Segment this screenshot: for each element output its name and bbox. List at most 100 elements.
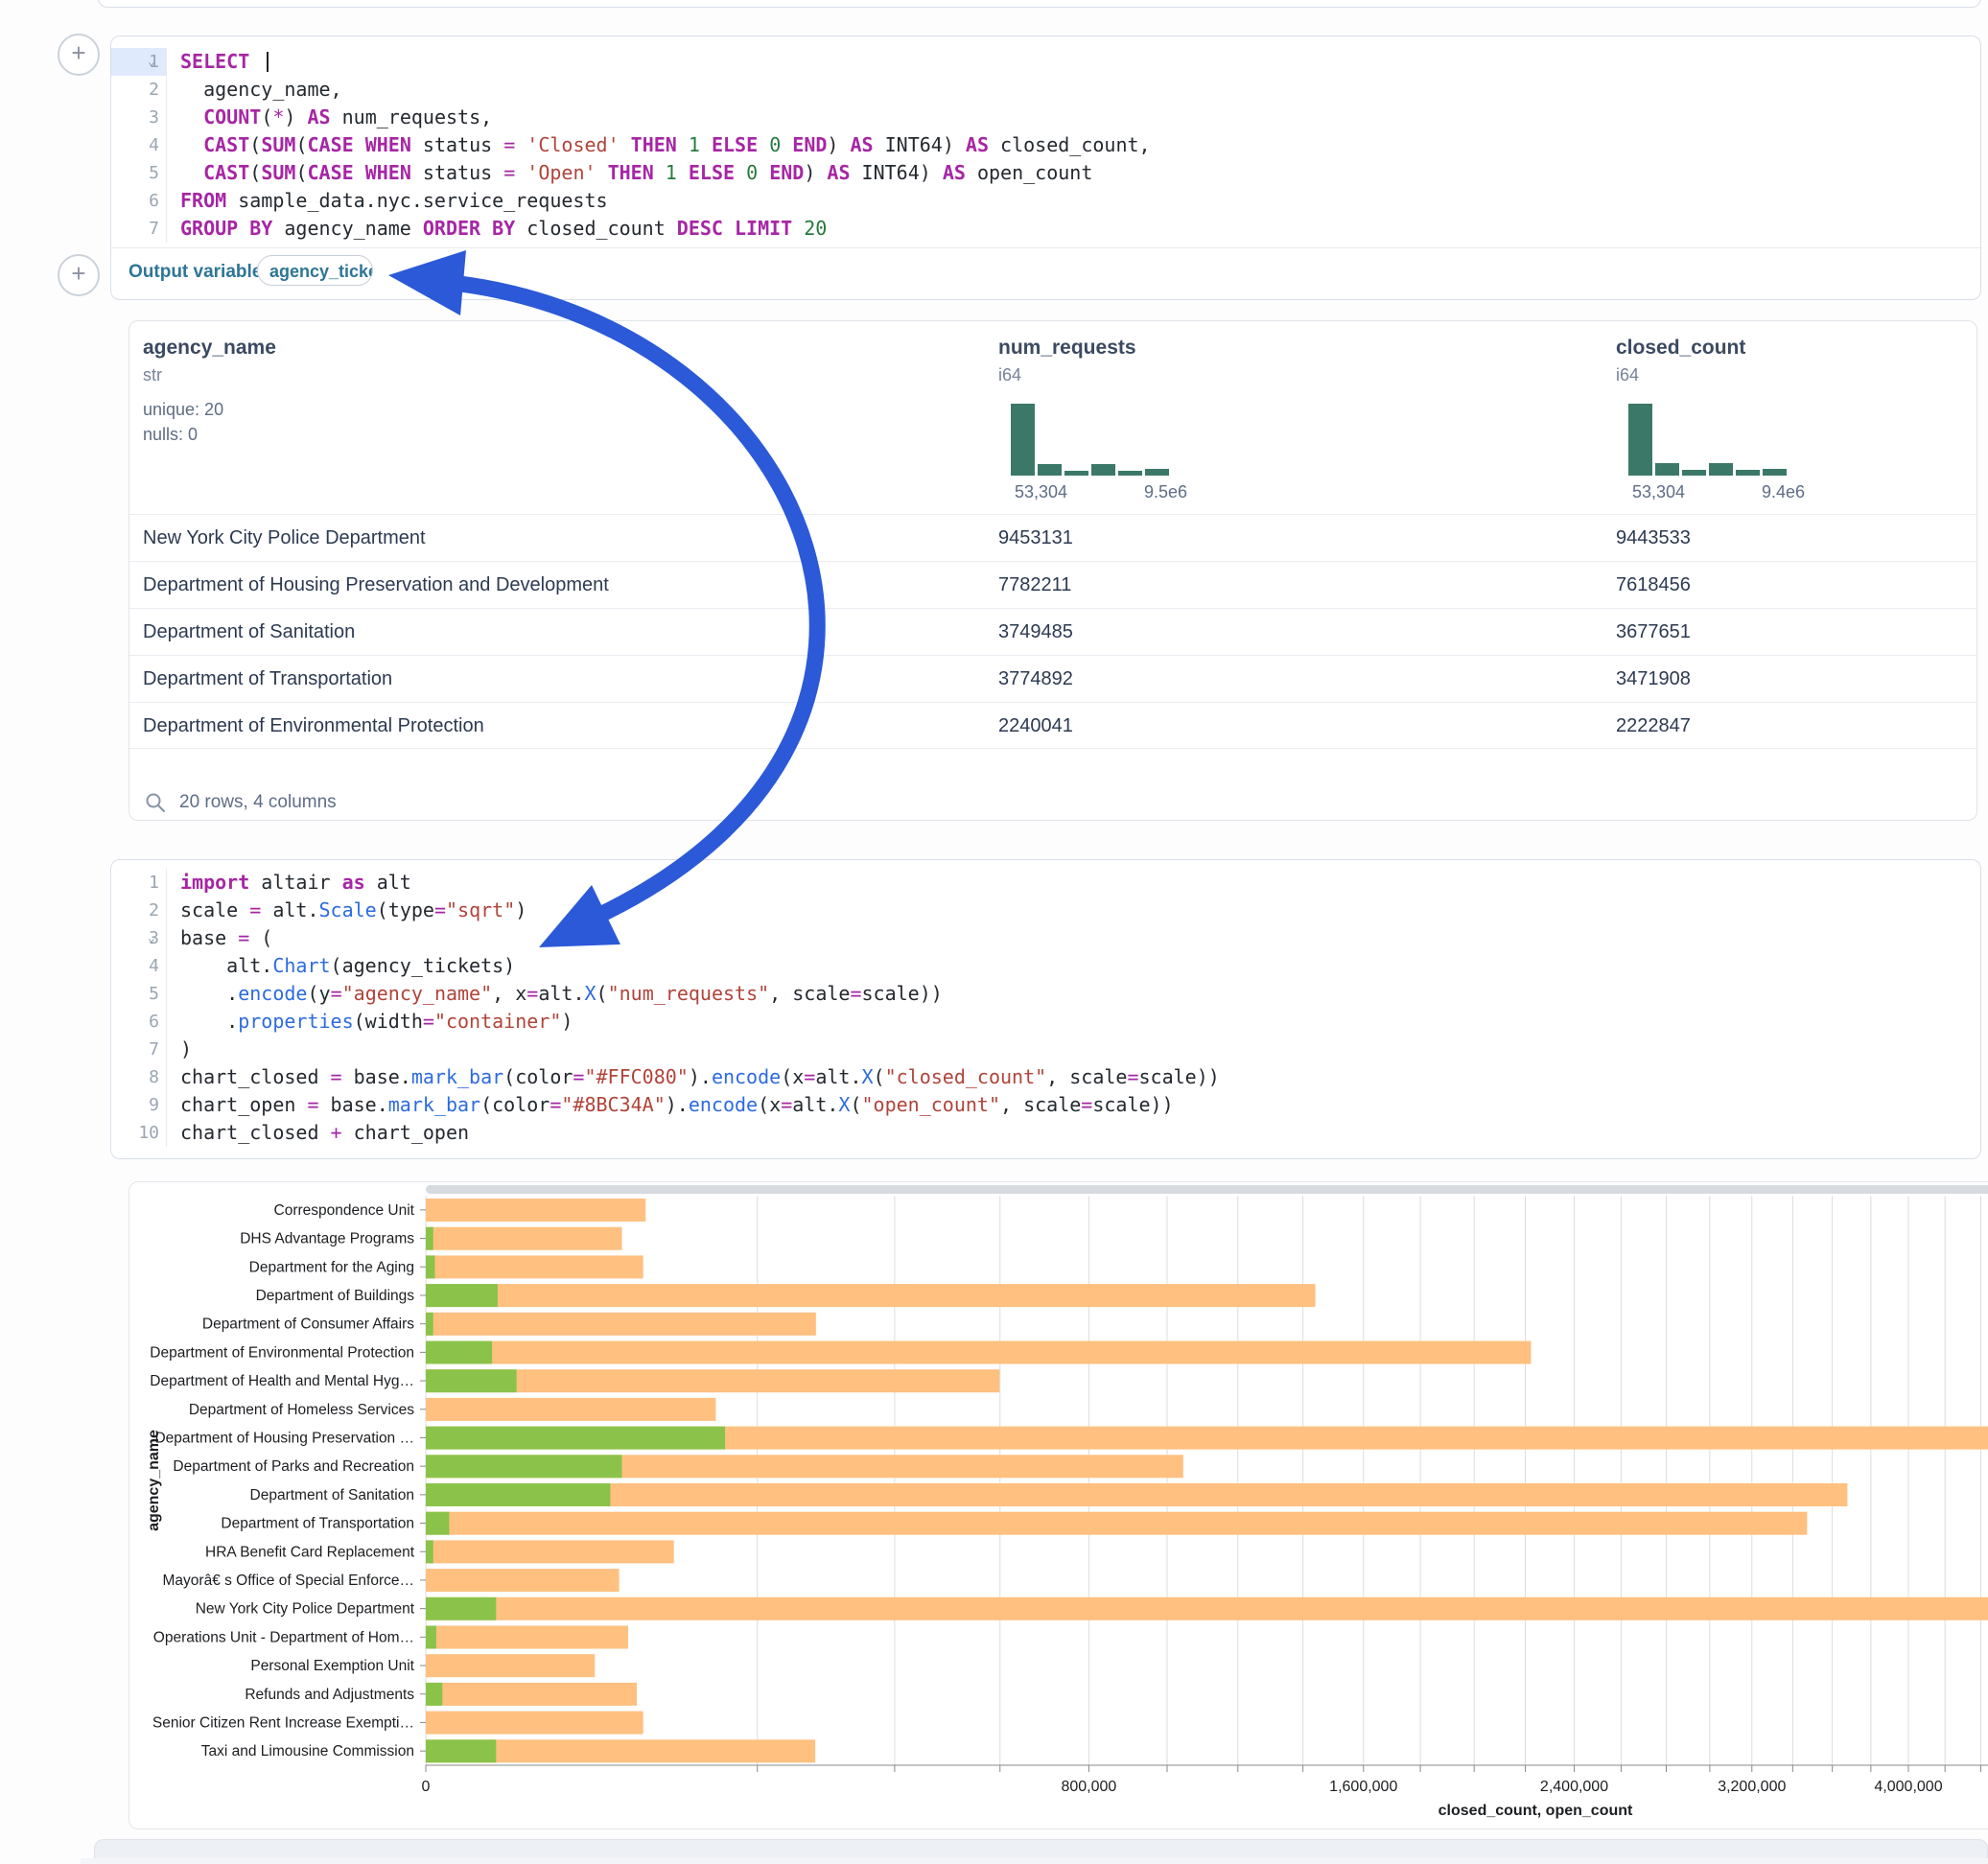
bar-open-count[interactable]	[426, 1227, 433, 1250]
code-line[interactable]: 5 CAST(SUM(CASE WHEN status = 'Open' THE…	[111, 159, 1980, 187]
bar-closed-count[interactable]	[426, 1569, 620, 1592]
bar-closed-count[interactable]	[426, 1483, 1847, 1506]
bar-closed-count[interactable]	[426, 1255, 643, 1278]
code-line[interactable]: 1import altair as alt	[111, 869, 1980, 897]
python-code-editor[interactable]: 1import altair as alt2scale = alt.Scale(…	[111, 869, 1980, 1147]
table-cell: Department of Sanitation	[143, 609, 355, 656]
column-type: i64	[1616, 365, 1639, 385]
bar-open-count[interactable]	[426, 1626, 436, 1649]
bar-closed-count[interactable]	[426, 1654, 595, 1677]
code-text: SELECT	[180, 48, 269, 76]
bar-open-count[interactable]	[426, 1369, 517, 1392]
bar-closed-count[interactable]	[426, 1199, 645, 1222]
table-row[interactable]: Department of Housing Preservation and D…	[129, 561, 1976, 609]
histogram-bar	[1682, 470, 1706, 476]
bar-closed-count[interactable]	[426, 1512, 1807, 1535]
line-number: 1	[111, 869, 159, 897]
bar-open-count[interactable]	[426, 1512, 449, 1535]
code-line[interactable]: 8chart_closed = base.mark_bar(color="#FF…	[111, 1063, 1980, 1091]
bar-open-count[interactable]	[426, 1255, 434, 1278]
table-row[interactable]: Department of Transportation377489234719…	[129, 655, 1976, 703]
code-line[interactable]: 2scale = alt.Scale(type="sqrt")	[111, 897, 1980, 924]
bar-open-count[interactable]	[426, 1739, 496, 1762]
histogram-max-label: 9.5e6	[1144, 482, 1187, 502]
column-histogram[interactable]	[1628, 404, 1787, 476]
table-row[interactable]: Department of Sanitation37494853677651	[129, 608, 1976, 656]
page-bottom-strip	[81, 1858, 1988, 1864]
code-line[interactable]: 7GROUP BY agency_name ORDER BY closed_co…	[111, 215, 1980, 243]
histogram-bar	[1655, 463, 1679, 476]
table-header: agency_namestrunique: 20nulls: 0num_requ…	[129, 321, 1976, 514]
histogram-bar	[1011, 404, 1035, 476]
code-line[interactable]: 3⌄base = (	[111, 924, 1980, 952]
y-axis-label: Department of Parks and Recreation	[173, 1458, 414, 1475]
bar-open-count[interactable]	[426, 1341, 492, 1364]
previous-cell-fragment	[98, 0, 1981, 8]
chart-scrollbar[interactable]	[426, 1185, 1988, 1194]
bar-closed-count[interactable]	[426, 1341, 1531, 1364]
table-cell: 3774892	[998, 656, 1073, 703]
column-type: i64	[998, 365, 1021, 385]
line-number: 4	[111, 131, 159, 159]
code-text: .properties(width="container")	[180, 1008, 573, 1036]
fold-caret-icon[interactable]: ⌄	[148, 931, 155, 945]
x-axis-title: closed_count, open_count	[1438, 1803, 1633, 1819]
x-axis-label: 0	[422, 1779, 431, 1795]
output-variable-pill[interactable]: agency_tickets	[257, 255, 373, 286]
y-axis-label: HRA Benefit Card Replacement	[205, 1544, 415, 1560]
bar-closed-count[interactable]	[426, 1712, 643, 1735]
code-text: .encode(y="agency_name", x=alt.X("num_re…	[180, 980, 943, 1008]
y-axis-label: Refunds and Adjustments	[245, 1687, 414, 1703]
output-variable-row: Output variable: agency_tickets	[111, 248, 1980, 300]
column-histogram[interactable]	[1011, 404, 1169, 476]
bar-open-count[interactable]	[426, 1540, 433, 1563]
table-body: New York City Police Department945313194…	[129, 514, 1976, 748]
search-icon[interactable]	[145, 792, 166, 813]
bar-open-count[interactable]	[426, 1597, 496, 1620]
bar-closed-count[interactable]	[426, 1597, 1988, 1620]
bar-closed-count[interactable]	[426, 1227, 622, 1250]
add-cell-button-top[interactable]: +	[58, 34, 100, 76]
code-text: CAST(SUM(CASE WHEN status = 'Open' THEN …	[180, 159, 1092, 187]
x-axis-label: 3,200,000	[1718, 1779, 1786, 1795]
code-line[interactable]: 7)	[111, 1036, 1980, 1063]
notebook-page: + + 1 ⌄ SELECT 2 agency_name,3 COUNT(*) AS…	[0, 0, 1988, 1864]
bar-closed-count[interactable]	[426, 1398, 715, 1421]
fold-caret-icon[interactable]: ⌄	[148, 55, 155, 69]
code-line[interactable]: 4 alt.Chart(agency_tickets)	[111, 952, 1980, 980]
code-text: )	[180, 1036, 192, 1063]
y-axis-label: New York City Police Department	[196, 1601, 415, 1618]
code-line[interactable]: 10chart_closed + chart_open	[111, 1119, 1980, 1147]
bar-closed-count[interactable]	[426, 1626, 628, 1649]
code-text: base = (	[180, 924, 272, 952]
table-cell: 3749485	[998, 609, 1073, 656]
bar-open-count[interactable]	[426, 1483, 610, 1506]
code-line[interactable]: 5 .encode(y="agency_name", x=alt.X("num_…	[111, 980, 1980, 1008]
column-header-agency_name[interactable]: agency_name	[143, 337, 276, 360]
bar-open-count[interactable]	[426, 1427, 725, 1450]
add-cell-button-output[interactable]: +	[58, 254, 100, 296]
bar-closed-count[interactable]	[426, 1540, 674, 1563]
bar-closed-count[interactable]	[426, 1683, 637, 1706]
y-axis-label: Senior Citizen Rent Increase Exempti…	[152, 1714, 414, 1731]
column-header-num_requests[interactable]: num_requests	[998, 337, 1136, 360]
column-header-closed_count[interactable]: closed_count	[1616, 337, 1745, 360]
code-line[interactable]: 9chart_open = base.mark_bar(color="#8BC3…	[111, 1091, 1980, 1119]
table-row[interactable]: Department of Environmental Protection22…	[129, 702, 1976, 750]
bar-closed-count[interactable]	[426, 1313, 816, 1336]
code-line[interactable]: 6 .properties(width="container")	[111, 1008, 1980, 1036]
sql-code-editor[interactable]: 1⌄SELECT 2 agency_name,3 COUNT(*) AS num…	[111, 48, 1980, 243]
histogram-bar	[1145, 469, 1169, 476]
bar-open-count[interactable]	[426, 1455, 622, 1478]
code-line[interactable]: 2 agency_name,	[111, 76, 1980, 104]
bar-closed-count[interactable]	[426, 1284, 1316, 1307]
bar-open-count[interactable]	[426, 1683, 442, 1706]
code-line[interactable]: 1⌄SELECT	[111, 48, 1980, 76]
code-line[interactable]: 4 CAST(SUM(CASE WHEN status = 'Closed' T…	[111, 131, 1980, 159]
bar-open-count[interactable]	[426, 1284, 498, 1307]
code-text: GROUP BY agency_name ORDER BY closed_cou…	[180, 215, 827, 243]
code-line[interactable]: 3 COUNT(*) AS num_requests,	[111, 104, 1980, 131]
table-row[interactable]: New York City Police Department945313194…	[129, 514, 1976, 562]
code-line[interactable]: 6FROM sample_data.nyc.service_requests	[111, 187, 1980, 215]
bar-open-count[interactable]	[426, 1313, 433, 1336]
